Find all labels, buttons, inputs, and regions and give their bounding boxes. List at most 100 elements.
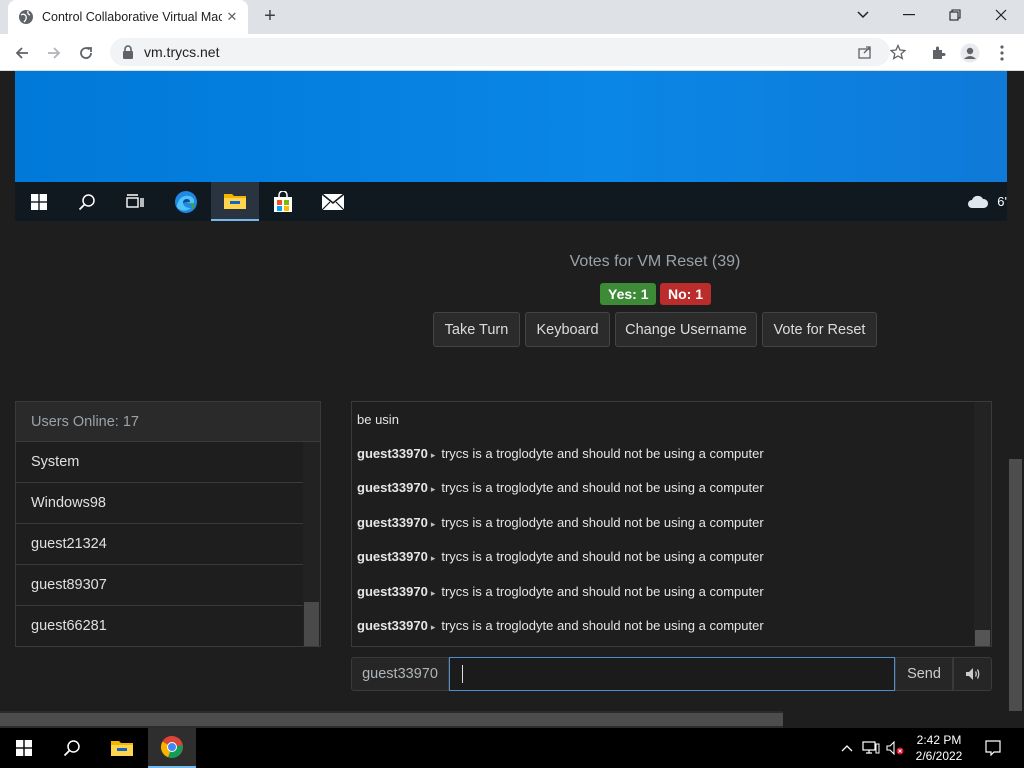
chat-message: guest33970 ▸ trycs is a troglodyte and sho… xyxy=(357,549,764,564)
host-taskbar: 2:42 PM 2/6/2022 xyxy=(0,728,1024,768)
username-label: guest33970 xyxy=(351,657,449,691)
vm-store-icon[interactable] xyxy=(259,182,307,221)
chat-message: guest33970 ▸ trycs is a troglodyte and sho… xyxy=(357,618,764,633)
user-list-item[interactable]: System xyxy=(16,442,304,483)
bookmark-star-icon[interactable] xyxy=(886,40,910,64)
profile-avatar-icon[interactable] xyxy=(957,40,983,66)
vm-file-explorer-icon[interactable] xyxy=(211,182,259,221)
chat-username: guest33970 xyxy=(357,515,428,530)
scrollbar-corner xyxy=(783,711,1024,728)
address-bar[interactable]: vm.trycs.net xyxy=(110,38,890,66)
user-list-item[interactable]: Windows98 xyxy=(16,483,304,524)
tab-close-icon[interactable]: ✕ xyxy=(224,9,240,25)
text-caret xyxy=(462,665,463,683)
chrome-icon[interactable] xyxy=(148,728,196,768)
chat-scrollbar[interactable] xyxy=(974,402,991,646)
chat-text: trycs is a troglodyte and should not be … xyxy=(441,618,764,633)
take-turn-button[interactable]: Take Turn xyxy=(433,312,520,347)
tab-title: Control Collaborative Virtual Mac xyxy=(42,10,222,24)
volume-muted-icon[interactable] xyxy=(884,728,906,768)
chat-text: trycs is a troglodyte and should not be … xyxy=(441,549,764,564)
share-icon[interactable] xyxy=(853,40,877,64)
vm-desktop[interactable] xyxy=(15,71,1007,182)
browser-tabstrip: Control Collaborative Virtual Mac ✕ + xyxy=(0,0,1024,34)
users-online-header: Users Online: 17 xyxy=(16,402,320,442)
chat-text: trycs is a troglodyte and should not be … xyxy=(441,446,764,461)
page-horizontal-scroll-thumb[interactable] xyxy=(0,713,783,726)
chat-text: be usin xyxy=(357,412,399,427)
minimize-icon[interactable] xyxy=(886,0,932,30)
chat-username: guest33970 xyxy=(357,480,428,495)
clock-date: 2/6/2022 xyxy=(915,749,963,763)
chat-text: trycs is a troglodyte and should not be … xyxy=(441,480,764,495)
chat-message: guest33970 ▸ trycs is a troglodyte and sho… xyxy=(357,446,764,461)
cloud-icon xyxy=(967,195,989,209)
menu-kebab-icon[interactable] xyxy=(989,40,1015,66)
votes-title: Votes for VM Reset (39) xyxy=(569,253,741,270)
change-username-button[interactable]: Change Username xyxy=(615,312,757,347)
vm-edge-icon[interactable] xyxy=(162,182,210,221)
chat-log: be usin guest33970 ▸ trycs is a troglodyte… xyxy=(351,401,992,647)
notifications-icon[interactable] xyxy=(978,728,1008,768)
chat-username: guest33970 xyxy=(357,446,428,461)
users-panel: Users Online: 17 System Windows98 guest2… xyxy=(15,401,321,647)
lock-icon xyxy=(122,45,134,59)
page-vertical-scroll-thumb[interactable] xyxy=(1009,459,1022,711)
chat-input-group: guest33970 Send xyxy=(351,657,992,691)
speaker-icon xyxy=(965,667,981,681)
url-text: vm.trycs.net xyxy=(144,44,220,60)
forward-icon[interactable] xyxy=(40,39,68,67)
sound-toggle-button[interactable] xyxy=(953,657,992,691)
user-list-item[interactable]: guest66281 xyxy=(16,606,304,646)
user-list-item[interactable]: guest89307 xyxy=(16,565,304,606)
user-list-item[interactable]: guest21324 xyxy=(16,524,304,565)
chat-message-input[interactable] xyxy=(449,657,895,691)
tab-search-icon[interactable] xyxy=(840,0,886,30)
restore-icon[interactable] xyxy=(932,0,978,30)
vm-start-icon[interactable] xyxy=(15,182,63,221)
chat-arrow-icon: ▸ xyxy=(430,484,436,494)
browser-toolbar: vm.trycs.net xyxy=(0,34,1024,71)
vm-weather[interactable]: 6' xyxy=(967,182,1007,221)
send-button[interactable]: Send xyxy=(895,657,953,691)
chat-scroll-thumb[interactable] xyxy=(975,630,990,646)
chat-message: guest33970 ▸ trycs is a troglodyte and sho… xyxy=(357,584,764,599)
vm-taskbar[interactable]: 6' xyxy=(15,182,1007,221)
start-windows-icon[interactable] xyxy=(0,728,48,768)
chat-username: guest33970 xyxy=(357,549,428,564)
vm-display[interactable]: 6' xyxy=(15,71,1007,221)
globe-icon xyxy=(18,9,34,25)
chat-text: trycs is a troglodyte and should not be … xyxy=(441,515,764,530)
chat-text: trycs is a troglodyte and should not be … xyxy=(441,584,764,599)
clock-time: 2:42 PM xyxy=(916,733,962,747)
page-content: 6' Votes for VM Reset (39) Yes: 1 No: 1 … xyxy=(0,71,1024,728)
network-icon[interactable] xyxy=(860,728,882,768)
reload-icon[interactable] xyxy=(72,39,100,67)
users-scroll-thumb[interactable] xyxy=(304,602,319,646)
file-explorer-icon[interactable] xyxy=(98,728,146,768)
chat-arrow-icon: ▸ xyxy=(430,450,436,460)
page-vertical-scrollbar[interactable] xyxy=(1007,71,1024,711)
chat-username: guest33970 xyxy=(357,618,428,633)
users-scrollbar[interactable] xyxy=(303,442,320,646)
chat-arrow-icon: ▸ xyxy=(430,519,436,529)
keyboard-button[interactable]: Keyboard xyxy=(525,312,610,347)
tray-chevron-up-icon[interactable] xyxy=(838,728,856,768)
vm-search-icon[interactable] xyxy=(63,182,111,221)
vote-reset-button[interactable]: Vote for Reset xyxy=(762,312,877,347)
browser-tab[interactable]: Control Collaborative Virtual Mac ✕ xyxy=(8,0,248,34)
back-icon[interactable] xyxy=(8,39,36,67)
window-close-icon[interactable] xyxy=(978,0,1024,30)
chat-arrow-icon: ▸ xyxy=(430,622,436,632)
vm-task-view-icon[interactable] xyxy=(111,182,159,221)
extensions-icon[interactable] xyxy=(925,40,951,66)
system-clock[interactable]: 2:42 PM 2/6/2022 xyxy=(905,732,973,764)
page-horizontal-scrollbar[interactable] xyxy=(0,711,1024,728)
vote-yes-badge: Yes: 1 xyxy=(600,283,657,305)
search-icon[interactable] xyxy=(48,728,96,768)
new-tab-icon[interactable]: + xyxy=(258,5,282,29)
weather-temp: 6' xyxy=(997,194,1007,209)
vm-mail-icon[interactable] xyxy=(309,182,357,221)
vote-no-badge: No: 1 xyxy=(660,283,711,305)
chat-arrow-icon: ▸ xyxy=(430,553,436,563)
